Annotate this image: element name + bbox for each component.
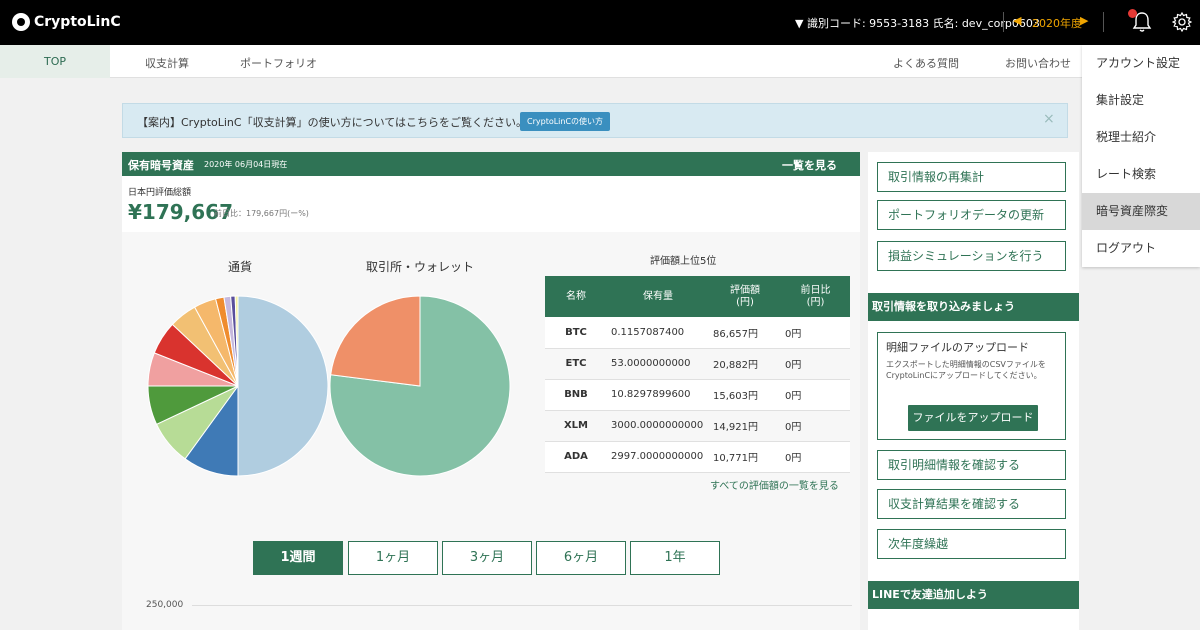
holdings-title: 保有暗号資産: [128, 159, 194, 172]
cell-diff: 0円: [781, 410, 850, 442]
check-details-button[interactable]: 取引明細情報を確認する: [877, 450, 1066, 480]
fiscal-year: 2020年度: [1032, 17, 1082, 30]
cell-value: 20,882円: [709, 348, 781, 380]
logo-text: CryptoLinC: [34, 14, 121, 30]
table-row: BNB 10.8297899600 15,603円 0円: [545, 379, 850, 411]
upload-description: エクスポートした明細情報のCSVファイルをCryptoLinCにアップロードして…: [886, 360, 1046, 380]
carryover-button[interactable]: 次年度繰越: [877, 529, 1066, 559]
table-row: XLM 3000.0000000000 14,921円 0円: [545, 410, 850, 442]
nav-top[interactable]: TOP: [0, 45, 110, 78]
table-row: ETC 53.0000000000 20,882円 0円: [545, 348, 850, 380]
menu-item-tax-accountant[interactable]: 税理士紹介: [1082, 119, 1200, 156]
menu-item-crypto-history[interactable]: 暗号資産際変: [1082, 193, 1200, 230]
year-prev-button[interactable]: ◀: [1013, 14, 1021, 27]
line-section-header: LINEで友達追加しよう: [868, 581, 1079, 609]
table-row: BTC 0.1157087400 86,657円 0円: [545, 317, 850, 349]
info-banner: 【案内】CryptoLinC「収支計算」の使い方についてはこちらをご覧ください。…: [122, 103, 1068, 138]
cell-qty: 0.1157087400: [607, 317, 709, 349]
all-valuations-link[interactable]: すべての評価額の一覧を見る: [710, 477, 839, 492]
period-1year-button[interactable]: 1年: [630, 541, 720, 575]
cell-name: BNB: [545, 379, 607, 411]
gear-icon[interactable]: [1171, 11, 1193, 33]
menu-item-rate-search[interactable]: レート検索: [1082, 156, 1200, 193]
ranking-table: 名称 保有量 評価額 (円) 前日比 (円) BTC 0.1157087400 86…: [545, 276, 850, 473]
cell-value: 86,657円: [709, 317, 781, 349]
top-bar: CryptoLinC ▼ 識別コード: 9553-3183 氏名: dev_co…: [0, 0, 1200, 45]
period-1week-button[interactable]: 1週間: [253, 541, 343, 575]
exchange-pie-chart: [329, 295, 511, 477]
table-header-row: 名称 保有量 評価額 (円) 前日比 (円): [545, 276, 850, 317]
cell-diff: 0円: [781, 379, 850, 411]
bell-icon[interactable]: [1128, 9, 1152, 33]
nav-contact[interactable]: お問い合わせ: [1005, 55, 1071, 71]
logo[interactable]: CryptoLinC: [12, 13, 121, 31]
logo-icon: [12, 13, 30, 31]
gridline: [192, 605, 852, 606]
cell-qty: 53.0000000000: [607, 348, 709, 380]
divider: [1003, 12, 1004, 32]
cell-value: 14,921円: [709, 410, 781, 442]
close-icon[interactable]: ×: [1043, 111, 1055, 127]
cell-name: ADA: [545, 441, 607, 473]
cell-diff: 0円: [781, 441, 850, 473]
account-menu: アカウント設定 集計設定 税理士紹介 レート検索 暗号資産際変 ログアウト: [1082, 45, 1200, 267]
year-next-button[interactable]: ▶: [1080, 14, 1088, 27]
holdings-panel: 保有暗号資産 2020年 06月04日現在 一覧を見る 日本円評価総額 ¥179…: [122, 152, 860, 630]
nav-calc[interactable]: 収支計算: [145, 55, 189, 71]
period-6month-button[interactable]: 6ヶ月: [536, 541, 626, 575]
divider: [1103, 12, 1104, 32]
nav-faq[interactable]: よくある質問: [893, 55, 959, 71]
cell-diff: 0円: [781, 348, 850, 380]
cell-diff: 0円: [781, 317, 850, 349]
nav-bar: TOP 収支計算 ポートフォリオ よくある質問 お問い合わせ: [0, 45, 1082, 78]
cell-value: 15,603円: [709, 379, 781, 411]
currency-pie-chart: [147, 295, 329, 477]
simulation-button[interactable]: 損益シミュレーションを行う: [877, 241, 1066, 271]
period-1month-button[interactable]: 1ヶ月: [348, 541, 438, 575]
update-portfolio-button[interactable]: ポートフォリオデータの更新: [877, 200, 1066, 230]
check-results-button[interactable]: 収支計算結果を確認する: [877, 489, 1066, 519]
period-3month-button[interactable]: 3ヶ月: [442, 541, 532, 575]
jpy-total-diff: 前日比：179,667円(ー%): [214, 209, 309, 218]
action-sidebar: 取引情報の再集計 ポートフォリオデータの更新 損益シミュレーションを行う 取引情…: [868, 152, 1079, 630]
cell-name: BTC: [545, 317, 607, 349]
col-header-diff: 前日比 (円): [781, 276, 850, 317]
view-all-link[interactable]: 一覧を見る: [782, 157, 837, 173]
col-header-qty: 保有量: [607, 276, 709, 317]
jpy-total-label: 日本円評価総額: [128, 188, 192, 198]
table-row: ADA 2997.0000000000 10,771円 0円: [545, 441, 850, 473]
y-axis-tick: 250,000: [146, 600, 184, 610]
holdings-header: 保有暗号資産 2020年 06月04日現在 一覧を見る: [122, 152, 860, 176]
ranking-title: 評価額上位5位: [650, 256, 717, 267]
cell-name: ETC: [545, 348, 607, 380]
cell-name: XLM: [545, 410, 607, 442]
menu-item-logout[interactable]: ログアウト: [1082, 230, 1200, 267]
currency-chart-title: 通貨: [228, 260, 253, 274]
banner-text: 【案内】CryptoLinC「収支計算」の使い方についてはこちらをご覧ください。: [137, 116, 528, 129]
cell-qty: 2997.0000000000: [607, 441, 709, 473]
menu-item-account-settings[interactable]: アカウント設定: [1082, 45, 1200, 82]
cell-value: 10,771円: [709, 441, 781, 473]
holdings-date: 2020年 06月04日現在: [204, 160, 288, 169]
recalc-button[interactable]: 取引情報の再集計: [877, 162, 1066, 192]
cell-qty: 10.8297899600: [607, 379, 709, 411]
nav-portfolio[interactable]: ポートフォリオ: [240, 55, 317, 71]
col-header-value: 評価額 (円): [709, 276, 781, 317]
pie-slice[interactable]: [237, 295, 329, 477]
menu-item-aggregation-settings[interactable]: 集計設定: [1082, 82, 1200, 119]
col-header-name: 名称: [545, 276, 607, 317]
upload-title: 明細ファイルのアップロード: [886, 341, 1029, 354]
notification-badge: [1128, 9, 1137, 18]
import-section-header: 取引情報を取り込みましょう: [868, 293, 1079, 321]
upload-box: 明細ファイルのアップロード エクスポートした明細情報のCSVファイルをCrypt…: [877, 332, 1066, 440]
upload-file-button[interactable]: ファイルをアップロード: [908, 405, 1038, 431]
cell-qty: 3000.0000000000: [607, 410, 709, 442]
exchange-chart-title: 取引所・ウォレット: [366, 260, 475, 274]
pie-slice[interactable]: [330, 295, 421, 387]
how-to-use-button[interactable]: CryptoLinCの使い方: [520, 112, 611, 131]
